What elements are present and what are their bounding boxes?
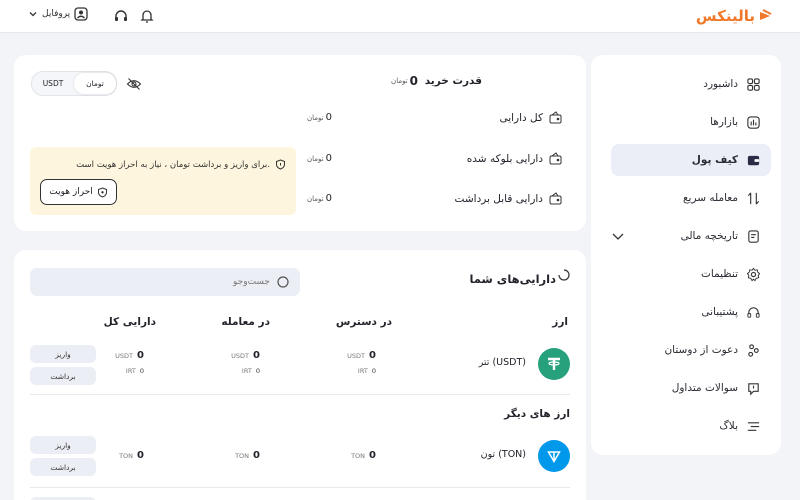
withdraw-button[interactable]: برداشت <box>30 458 96 476</box>
toman-mark: تومان <box>391 77 408 85</box>
faq-icon <box>748 382 759 395</box>
logo-text: بالینکس <box>695 7 755 25</box>
available-value: TON 0 <box>351 450 376 461</box>
kyc-notice: برای واریز و برداشت تومان ، نیاز به احرا… <box>30 147 296 215</box>
purchase-power-label: قدرت خرید <box>424 75 482 87</box>
sidebar-item-markets[interactable]: بازارها <box>611 106 771 138</box>
total-value: USDT 0 <box>115 350 144 361</box>
sidebar-item-label: بازارها <box>710 116 738 128</box>
total-value: TON 0 <box>119 450 144 461</box>
swap-icon <box>747 192 760 204</box>
blog-icon <box>747 421 760 431</box>
ton-icon <box>538 440 570 472</box>
chevron-down-icon <box>29 12 37 17</box>
profile-menu[interactable]: پروفایل <box>28 7 88 21</box>
sidebar-item-invite-friends[interactable]: دعوت از دوستان <box>611 334 771 366</box>
sidebar-item-dashboard[interactable]: داشبورد <box>611 68 771 100</box>
gear-icon <box>746 267 761 281</box>
verify-identity-button[interactable]: احراز هویت <box>40 179 117 205</box>
wallet-icon <box>747 155 760 165</box>
sidebar-item-blog[interactable]: بلاگ <box>611 410 771 442</box>
history-icon <box>748 229 759 243</box>
sidebar-item-label: معامله سریع <box>682 192 738 204</box>
wallet-coins-icon <box>549 111 562 124</box>
row-label: دارایی بلوکه شده <box>466 152 543 165</box>
sidebar-item-settings[interactable]: تنظیمات <box>611 258 771 290</box>
shield-icon <box>276 159 285 170</box>
pie-chart-icon <box>558 269 570 281</box>
deposit-button[interactable]: واریز <box>30 436 96 454</box>
sidebar-item-label: کیف پول <box>691 154 738 166</box>
total-irt: IRT 0 <box>125 367 144 375</box>
wallet-summary-card: قدرت خرید تومان 0 USDT تومان کل دارایی ت… <box>14 55 586 231</box>
available-irt: IRT 0 <box>357 367 376 375</box>
search-icon <box>277 276 289 288</box>
withdrawable-assets-row: دارایی قابل برداشت <box>455 192 562 205</box>
profile-label: پروفایل <box>42 9 71 19</box>
total-assets-row: کل دارایی <box>499 111 562 124</box>
column-total: دارایی کل <box>103 316 156 328</box>
invite-icon <box>748 343 759 357</box>
purchase-power-value: تومان 0 <box>391 74 418 88</box>
kyc-notice-text: برای واریز و برداشت تومان ، نیاز به احرا… <box>76 159 286 170</box>
blocked-assets-value: تومان 0 <box>307 153 332 164</box>
sidebar-item-label: تاریخچه مالی <box>680 230 738 242</box>
row-label: دارایی قابل برداشت <box>454 192 543 205</box>
sidebar-item-financial-history[interactable]: تاریخچه مالی <box>611 220 771 252</box>
sidebar-item-label: تنظیمات <box>700 268 738 280</box>
in-trade-value: USDT 0 <box>231 350 260 361</box>
logo-mark-icon <box>760 9 772 20</box>
sidebar-item-label: داشبورد <box>703 78 738 90</box>
deposit-button[interactable]: واریز <box>30 345 96 363</box>
dashboard-icon <box>747 77 760 91</box>
in-trade-irt: IRT 0 <box>241 367 260 375</box>
column-currency: ارز <box>552 316 568 328</box>
user-icon <box>74 7 88 21</box>
row-label: کل دارایی <box>499 111 543 124</box>
available-value: USDT 0 <box>347 350 376 361</box>
sidebar-item-wallet[interactable]: کیف پول <box>611 144 771 176</box>
toggle-usdt[interactable]: USDT <box>32 73 74 94</box>
sidebar-item-quick-trade[interactable]: معامله سریع <box>611 182 771 214</box>
divider <box>30 487 570 488</box>
sidebar-item-label: دعوت از دوستان <box>664 344 738 356</box>
sidebar-item-label: پشتیبانی <box>701 306 738 318</box>
sidebar-item-support[interactable]: پشتیبانی <box>611 296 771 328</box>
logo[interactable]: بالینکس <box>696 5 772 27</box>
column-in-trade: در معامله <box>221 316 270 328</box>
sidebar-item-faq[interactable]: سوالات متداول <box>611 372 771 404</box>
divider <box>30 394 570 395</box>
coin-name: تتر (USDT) <box>478 357 526 368</box>
table-row: تتر (USDT) USDT 0 IRT 0 USDT 0 IRT 0 USD… <box>30 348 570 380</box>
wallet-lock-icon <box>549 152 562 165</box>
markets-icon <box>747 115 760 129</box>
sidebar-item-label: بلاگ <box>719 420 738 432</box>
eye-off-icon[interactable] <box>126 76 142 92</box>
search-input[interactable] <box>70 277 270 287</box>
toggle-toman[interactable]: تومان <box>74 73 116 94</box>
withdraw-button[interactable]: برداشت <box>30 367 96 385</box>
sidebar-item-label: سوالات متداول <box>671 382 738 394</box>
table-row: تون (TON) TON 0 TON 0 TON 0 <box>30 440 570 472</box>
total-assets-value: تومان 0 <box>307 112 332 123</box>
assets-title: دارایی‌های شما <box>469 269 570 286</box>
tether-icon <box>538 348 570 380</box>
currency-toggle[interactable]: USDT تومان <box>31 71 117 96</box>
bell-icon[interactable] <box>139 8 155 24</box>
top-bar: بالینکس پروفایل <box>0 0 800 33</box>
withdrawable-assets-value: تومان 0 <box>307 193 332 204</box>
headset-icon <box>747 306 760 318</box>
column-available: در دسترس <box>335 316 392 328</box>
headset-icon[interactable] <box>113 8 129 24</box>
other-currencies-title: ارز های دیگر <box>504 408 570 420</box>
assets-card: دارایی‌های شما ارز در دسترس در معامله دا… <box>14 250 586 500</box>
in-trade-value: TON 0 <box>235 450 260 461</box>
search-box[interactable] <box>30 268 300 296</box>
wallet-out-icon <box>549 192 562 205</box>
shield-icon <box>97 186 107 198</box>
coin-name: تون (TON) <box>480 449 526 460</box>
blocked-assets-row: دارایی بلوکه شده <box>467 152 562 165</box>
sidebar: داشبورد بازارها کیف پول معامله سریع تاری… <box>591 55 781 455</box>
chevron-down-icon[interactable] <box>611 229 625 243</box>
